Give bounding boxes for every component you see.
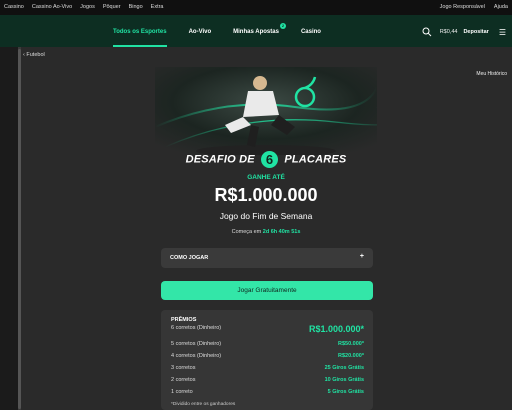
account-balance[interactable]: R$0,44	[440, 29, 458, 35]
prize-label: 5 corretos (Dinheiro)	[171, 341, 222, 347]
challenge-title-right: PLACARES	[284, 153, 347, 166]
topbar-link-ajuda[interactable]: Ajuda	[494, 4, 508, 10]
topbar-left-links: Cassino Cassino Ao-Vivo Jogos Pôquer Bin…	[4, 4, 164, 10]
hero-player-image	[155, 67, 377, 155]
prize-row: 1 correto 5 Giros Grátis	[171, 389, 364, 395]
start-countdown: Começa em 2d 6h 40m 51s	[160, 229, 372, 235]
prize-value: R$1.000.000*	[308, 324, 364, 334]
prize-value: 5 Giros Grátis	[327, 389, 364, 395]
top-utility-bar: Cassino Cassino Ao-Vivo Jogos Pôquer Bin…	[0, 0, 512, 15]
menu-icon[interactable]: ☰	[499, 28, 506, 37]
prize-label: 2 corretos	[171, 377, 196, 383]
challenge-title: DESAFIO DE 6 PLACARES	[160, 151, 372, 168]
prize-row: 5 corretos (Dinheiro) R$50.000*	[171, 341, 364, 347]
nav-tabs: Todos os Esportes Ao-Vivo Minhas Apostas…	[113, 23, 343, 47]
prize-label: 1 correto	[171, 389, 193, 395]
prize-footnote: *Dividido entre os ganhadores	[171, 402, 236, 407]
prize-value: R$20.000*	[338, 353, 364, 359]
countdown-value: 2d 6h 40m 51s	[262, 229, 301, 235]
prizes-header: PRÊMIOS	[171, 317, 197, 323]
topbar-link-poquer[interactable]: Pôquer	[103, 4, 121, 10]
prize-row: 3 corretos 25 Giros Grátis	[171, 365, 364, 371]
tab-minhas-apostas[interactable]: Minhas Apostas 2	[233, 23, 286, 35]
tab-ao-vivo[interactable]: Ao-Vivo	[189, 29, 212, 35]
left-sidebar	[0, 47, 18, 410]
nav-account-area: R$0,44 Depositar ☰	[422, 27, 506, 37]
plus-icon: +	[359, 253, 364, 260]
bets-count-badge: 2	[279, 23, 286, 29]
starts-label: Começa em	[231, 229, 262, 235]
breadcrumb[interactable]: ‹ Futebol	[23, 52, 45, 58]
prize-value: 10 Giros Grátis	[324, 377, 364, 383]
prizes-panel: PRÊMIOS 6 corretos (Dinheiro) R$1.000.00…	[161, 310, 373, 410]
how-to-play-label: COMO JOGAR	[170, 255, 209, 261]
prize-row: 6 corretos (Dinheiro) R$1.000.000*	[171, 324, 364, 334]
prize-row: 4 corretos (Dinheiro) R$20.000*	[171, 353, 364, 359]
prize-label: 3 corretos	[171, 365, 196, 371]
prize-label: 4 corretos (Dinheiro)	[171, 353, 222, 359]
tab-minhas-apostas-label: Minhas Apostas	[233, 29, 279, 35]
deposit-button[interactable]: Depositar	[463, 29, 488, 35]
tab-casino[interactable]: Casino	[301, 29, 321, 35]
how-to-play-accordion[interactable]: COMO JOGAR +	[161, 248, 373, 268]
prize-value: R$50.000*	[338, 341, 364, 347]
topbar-link-cassino-ao-vivo[interactable]: Cassino Ao-Vivo	[32, 4, 72, 10]
prize-value: 25 Giros Grátis	[324, 365, 364, 371]
jackpot-amount: R$1.000.000	[214, 185, 318, 205]
topbar-link-jogos[interactable]: Jogos	[80, 4, 95, 10]
main-nav: Todos os Esportes Ao-Vivo Minhas Apostas…	[0, 15, 512, 47]
prize-label: 6 corretos (Dinheiro)	[171, 325, 222, 331]
topbar-link-bingo[interactable]: Bingo	[129, 4, 143, 10]
topbar-right-links: Jogo Responsável Ajuda	[440, 4, 508, 10]
breadcrumb-label: Futebol	[26, 52, 45, 58]
win-up-to-label: GANHE ATÉ	[247, 174, 285, 181]
topbar-link-cassino[interactable]: Cassino	[4, 4, 24, 10]
history-link[interactable]: Meu Histórico	[476, 71, 507, 77]
topbar-link-jogo-responsavel[interactable]: Jogo Responsável	[440, 4, 485, 10]
prize-row: 2 corretos 10 Giros Grátis	[171, 377, 364, 383]
challenge-number-badge: 6	[261, 151, 279, 168]
challenge-title-left: DESAFIO DE	[185, 153, 255, 166]
topbar-link-extra[interactable]: Extra	[151, 4, 164, 10]
play-free-button[interactable]: Jogar Gratuitamente	[161, 281, 373, 300]
vertical-scrollbar[interactable]	[18, 47, 21, 410]
scrollbar-thumb[interactable]	[18, 49, 21, 409]
search-icon[interactable]	[422, 27, 432, 37]
tab-todos-os-esportes[interactable]: Todos os Esportes	[113, 29, 167, 47]
game-name: Jogo do Fim de Semana	[219, 211, 313, 221]
